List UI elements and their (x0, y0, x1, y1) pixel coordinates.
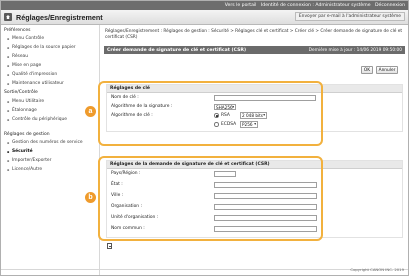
page-top-icon[interactable] (107, 243, 112, 249)
top-bar: Vers le portail Identité de connexion : … (1, 1, 408, 10)
callout-frame-a (98, 81, 323, 146)
sidebar-item-menu-controle[interactable]: Menu Contrôle (7, 36, 44, 41)
sidebar-section-preferences[interactable]: Préférences (4, 28, 30, 33)
sidebar-item-qualite-impression[interactable]: Qualité d'impression (7, 72, 57, 77)
sidebar-item-source-papier[interactable]: Réglages de la source papier (7, 45, 76, 50)
sidebar-item-importer-exporter[interactable]: Importer/Exporter (7, 158, 51, 163)
page-header-title: Réglages/Enregistrement (16, 12, 103, 22)
copyright: Copyright CANON INC. 2019 (350, 267, 404, 272)
callout-badge-b: b (85, 192, 96, 203)
callout-frame-b (98, 156, 323, 241)
logout-link[interactable]: Déconnexion (375, 3, 405, 8)
sidebar: Préférences Menu Contrôle Réglages de la… (1, 25, 100, 275)
cancel-button[interactable]: Annuler (376, 66, 398, 74)
sidebar-item-licence-autre[interactable]: Licence/Autre (7, 167, 42, 172)
sidebar-item-controle-peripherique[interactable]: Contrôle du périphérique (7, 117, 67, 122)
callout-badge-a: a (85, 106, 96, 117)
sidebar-item-menu-utilitaire[interactable]: Menu Utilitaire (7, 99, 44, 104)
sidebar-item-mise-en-page[interactable]: Mise en page (7, 63, 41, 68)
footer-divider (1, 269, 408, 270)
sidebar-section-reglages-gestion[interactable]: Réglages de gestion (4, 132, 50, 137)
sidebar-item-numeros-service[interactable]: Gestion des numéros de service (7, 140, 83, 145)
sidebar-item-securite[interactable]: Sécurité (7, 149, 33, 154)
page-title-bar: Créer demande de signature de clé et cer… (104, 46, 405, 54)
page-title: Créer demande de signature de clé et cer… (107, 47, 247, 53)
ok-button[interactable]: OK (361, 66, 373, 74)
browser-page: Vers le portail Identité de connexion : … (0, 0, 409, 276)
sidebar-item-etalonnage[interactable]: Étalonnage (7, 108, 37, 113)
sidebar-item-reseau[interactable]: Réseau (7, 54, 28, 59)
sidebar-item-maintenance-utilisateur[interactable]: Maintenance utilisateur (7, 81, 64, 86)
breadcrumb: Réglages/Enregistrement : Réglages de ge… (105, 29, 403, 40)
mail-admin-button[interactable]: Envoyer par e-mail à l'administrateur sy… (294, 12, 405, 21)
top-links: Vers le portail Identité de connexion : … (222, 3, 405, 8)
last-updated: Dernière mise à jour : 14/06 2019 09:50:… (308, 47, 402, 53)
sidebar-section-sortie-controle[interactable]: Sortie/Contrôle (4, 90, 38, 95)
page-header: Réglages/Enregistrement Envoyer par e-ma… (1, 10, 408, 25)
portal-link[interactable]: Vers le portail (225, 3, 257, 8)
login-identity: Identité de connexion : Administrateur s… (260, 2, 371, 8)
home-icon[interactable] (4, 13, 12, 21)
